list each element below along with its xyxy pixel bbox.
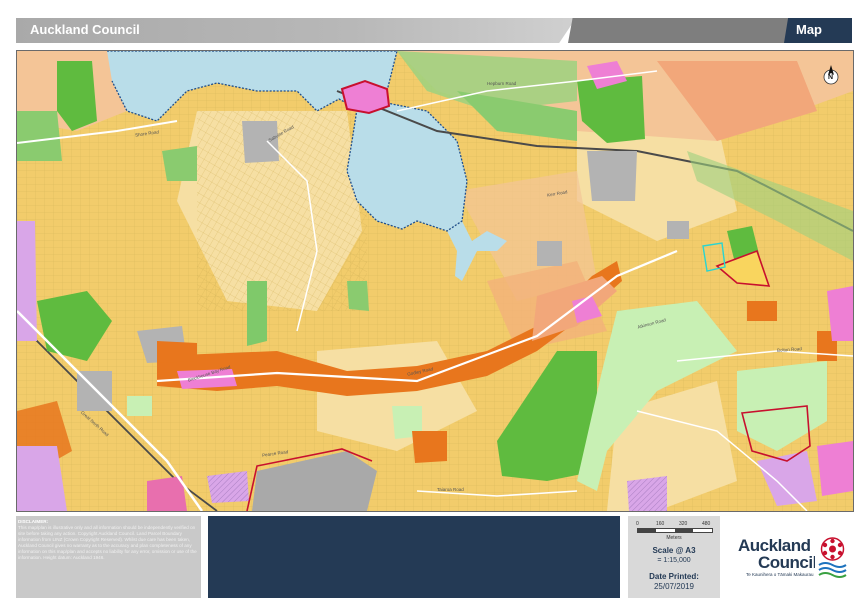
notes-panel [208,516,620,598]
scale-units: Meters [666,535,682,541]
parcel-grid [197,111,367,311]
scale-ratio: = 1:15,000 [657,557,691,564]
map-canvas [17,51,853,511]
special-zone [207,471,249,503]
scale-tick: 320 [679,521,688,527]
town-centre-zone [747,301,777,321]
scale-tick: 480 [702,521,711,527]
date-printed-value: 25/07/2019 [653,582,695,591]
disclaimer-body: This map/plan is illustrative only and a… [18,525,197,560]
disclaimer: DISCLAIMER: This map/plan is illustrativ… [18,519,198,561]
header-divider [568,18,798,43]
special-purpose-zone [667,221,689,239]
scale-bar [637,528,713,533]
north-arrow-icon: N [823,63,839,87]
special-purpose-zone [242,121,279,163]
street-label: Hepburn Road [487,81,517,86]
logo-subtitle: Te Kaunihera o Tāmaki Makaurau [746,572,814,577]
special-zone [17,221,37,341]
council-logo-icon [815,535,850,579]
special-zone [627,476,667,511]
logo-text-line2: Council [758,553,817,572]
business-zone [817,441,853,496]
scale-tick: 160 [656,521,665,527]
special-purpose-zone [587,151,637,201]
open-space-zone [162,146,197,181]
map-view[interactable]: Shore Road Great North Road Blockhouse B… [16,50,854,512]
scale-tick: 0 [636,521,639,527]
map-tab-label: Map [796,22,822,37]
open-space-zone [17,111,62,161]
date-printed-label: Date Printed: [649,572,699,581]
north-label: N [828,74,834,81]
special-purpose-zone [537,241,562,266]
open-space-zone [347,281,369,311]
conservation-zone [127,396,152,416]
street-label: Taiaroa Road [437,487,464,492]
app-title: Auckland Council [30,22,140,37]
scale-label: Scale @ A3 [652,546,696,555]
town-centre-zone [157,341,197,363]
open-space-zone [247,281,267,346]
town-centre-zone [412,431,447,463]
